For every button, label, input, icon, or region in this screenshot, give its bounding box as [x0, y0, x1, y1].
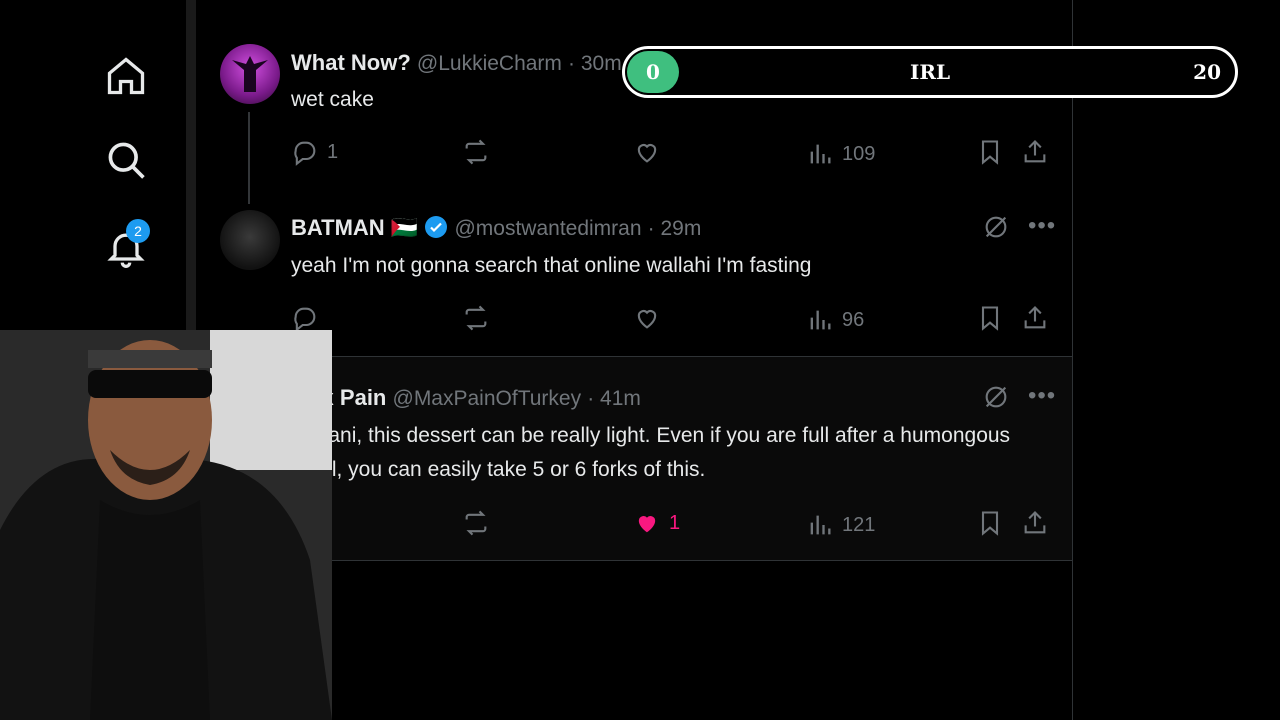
views-button[interactable]: 109 [806, 140, 875, 168]
tweet-header: Max Pain @MaxPainOfTurkey · 41m [291, 385, 641, 410]
share-button[interactable] [1021, 304, 1049, 332]
thread-connector [248, 112, 250, 204]
author-handle[interactable]: @LukkieCharm [417, 52, 562, 75]
views-count: 96 [842, 308, 865, 331]
analytics-icon [810, 515, 831, 535]
retweet-icon [465, 510, 487, 536]
tweet-header: BATMAN 🇵🇸 @mostwantedimran · 29m [291, 215, 702, 240]
timeline-right-border [1072, 0, 1073, 720]
bookmark-icon [981, 140, 999, 165]
progress-end-value: 20 [1193, 60, 1221, 84]
tweet-header: What Now? @LukkieCharm · 30m [291, 50, 622, 75]
author-name[interactable]: What Now? [291, 50, 411, 75]
reply-count: 1 [327, 140, 339, 163]
bookmark-button[interactable] [976, 138, 1004, 166]
more-options-icon[interactable]: ••• [1028, 212, 1056, 240]
avatar[interactable] [220, 44, 280, 104]
webcam-overlay [0, 330, 332, 720]
heart-icon [637, 144, 657, 163]
views-button[interactable]: 96 [806, 306, 864, 334]
share-button[interactable] [1021, 509, 1049, 537]
retweet-icon [465, 139, 487, 165]
like-button[interactable] [633, 304, 661, 332]
analytics-icon [810, 144, 831, 164]
progress-label: IRL [909, 60, 951, 84]
tweet-time[interactable]: 29m [660, 217, 701, 240]
reply-button[interactable]: 1 [291, 138, 338, 166]
retweet-button[interactable] [462, 509, 490, 537]
tweet-text: yeah I'm not gonna search that online wa… [291, 254, 812, 277]
flag-emoji: 🇵🇸 [390, 215, 419, 240]
grok-icon[interactable] [982, 213, 1010, 241]
tweet-time[interactable]: 30m [581, 52, 622, 75]
views-button[interactable]: 121 [806, 511, 875, 539]
author-handle[interactable]: @mostwantedimran [454, 217, 641, 240]
search-icon[interactable] [104, 138, 148, 182]
analytics-icon [810, 310, 831, 330]
retweet-icon [465, 305, 487, 331]
author-handle[interactable]: @MaxPainOfTurkey [393, 387, 582, 410]
like-count: 1 [669, 511, 681, 534]
share-button[interactable] [1021, 138, 1049, 166]
like-button[interactable] [633, 138, 661, 166]
verified-badge-icon [425, 216, 448, 238]
like-button[interactable]: 1 [633, 509, 680, 537]
bookmark-icon [981, 511, 999, 536]
heart-filled-icon [638, 516, 656, 533]
retweet-button[interactable] [462, 138, 490, 166]
bookmark-icon [981, 306, 999, 331]
avatar[interactable] [220, 210, 280, 270]
retweet-button[interactable] [462, 304, 490, 332]
heart-icon [637, 310, 657, 329]
tweet-time[interactable]: 41m [600, 387, 641, 410]
grok-icon[interactable] [982, 383, 1010, 411]
reply-icon [294, 307, 316, 332]
bookmark-button[interactable] [976, 304, 1004, 332]
views-count: 121 [842, 513, 876, 536]
author-name[interactable]: BATMAN [291, 215, 385, 240]
share-icon [1024, 511, 1046, 534]
notifications-badge: 2 [126, 219, 150, 243]
home-icon[interactable] [104, 54, 148, 98]
reply-icon [294, 141, 316, 166]
stream-progress-bar: 0 IRL 20 [622, 46, 1238, 98]
bookmark-button[interactable] [976, 509, 1004, 537]
tweet-text: Revani, this dessert can be really light… [291, 424, 1011, 481]
more-options-icon[interactable]: ••• [1028, 382, 1056, 410]
views-count: 109 [842, 142, 876, 165]
share-icon [1024, 306, 1046, 329]
share-icon [1024, 140, 1046, 163]
reply-button[interactable] [291, 304, 319, 332]
